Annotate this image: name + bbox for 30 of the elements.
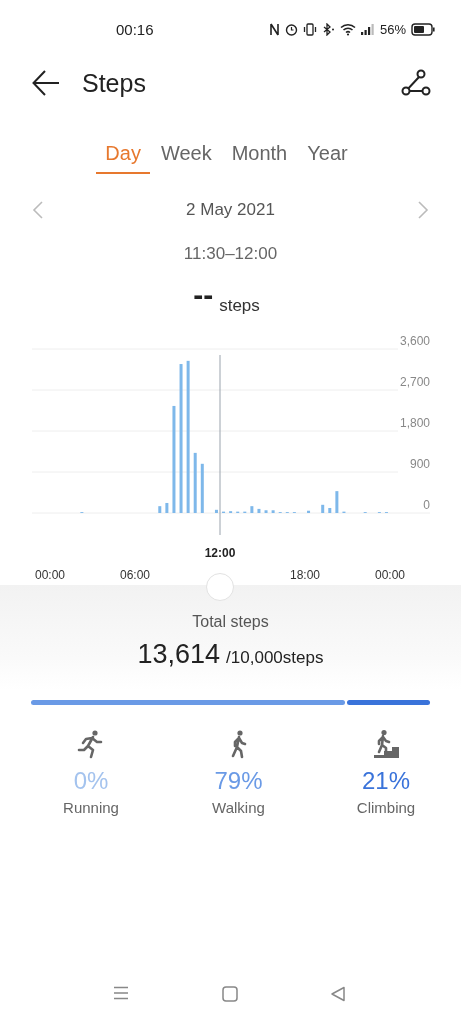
period-tab[interactable]: Year: [298, 142, 357, 174]
period-tab[interactable]: Day: [96, 142, 150, 174]
y-tick-label: 0: [423, 498, 430, 512]
x-tick-label: 00:00: [35, 568, 65, 582]
page-title: Steps: [82, 68, 147, 98]
total-steps: 13,614: [137, 639, 221, 670]
y-tick-label: 1,800: [399, 416, 430, 430]
step-unit: steps: [219, 296, 260, 316]
x-tick-label: 06:00: [120, 568, 150, 582]
x-tick-label: 00:00: [375, 568, 405, 582]
y-tick-label: 3,600: [399, 334, 430, 348]
activity-label: Running: [63, 799, 119, 816]
status-time: 00:16: [116, 20, 154, 38]
step-reading: --: [193, 282, 214, 308]
selected-time: 12:00: [204, 546, 236, 560]
y-tick-label: 900: [409, 457, 430, 471]
battery-percent: 56%: [379, 21, 406, 37]
step-goal: /10,000steps: [226, 648, 324, 668]
total-label: Total steps: [192, 613, 269, 631]
date-label: 2 May 2021: [186, 200, 275, 220]
activity-percent: 0%: [73, 767, 109, 795]
activity-percent: 21%: [361, 767, 410, 795]
time-range: 11:30–12:00: [182, 244, 279, 264]
y-tick-label: 2,700: [399, 375, 430, 389]
activity-percent: 79%: [214, 767, 263, 795]
activity-label: Walking: [212, 799, 265, 816]
period-tab[interactable]: Month: [222, 142, 297, 174]
period-tab[interactable]: Week: [151, 142, 221, 174]
activity-label: Climbing: [356, 799, 416, 816]
x-tick-label: 18:00: [290, 568, 320, 582]
